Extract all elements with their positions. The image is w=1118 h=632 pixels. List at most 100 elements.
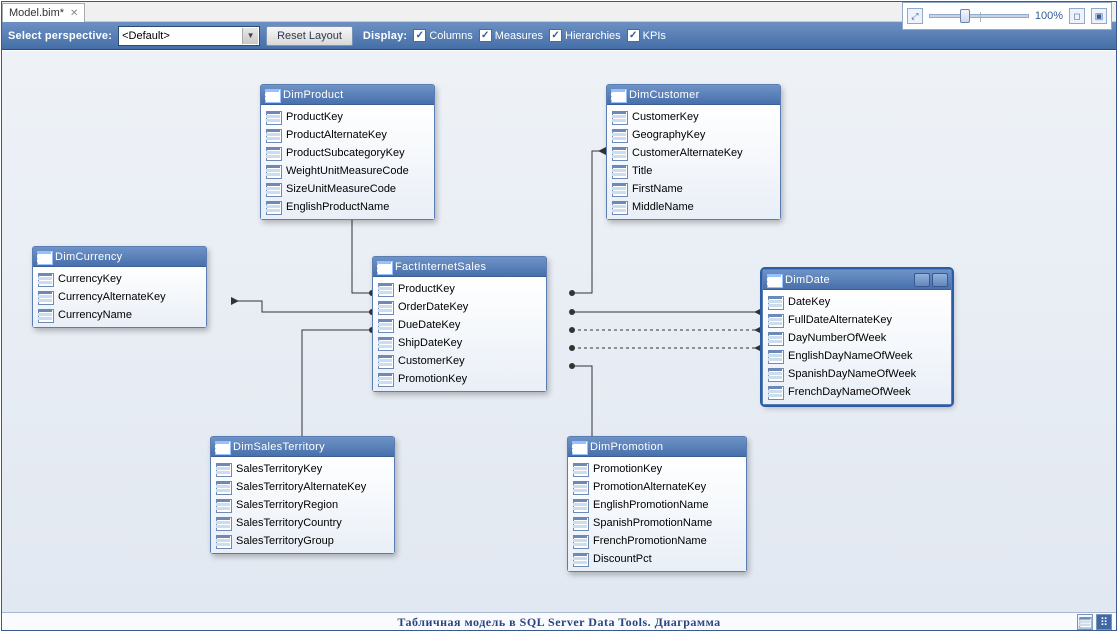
toolbar: Select perspective: <Default> ▼ Reset La… (2, 22, 1116, 50)
column-row[interactable]: FirstName (610, 180, 777, 198)
chevron-down-icon[interactable]: ▼ (242, 28, 258, 44)
measures-checkbox[interactable]: ✓ Measures (479, 29, 543, 42)
maximize-icon[interactable] (914, 273, 930, 287)
figure-caption: Табличная модель в SQL Server Data Tools… (0, 615, 1118, 630)
column-row[interactable]: CustomerAlternateKey (610, 144, 777, 162)
column-row[interactable]: WeightUnitMeasureCode (264, 162, 431, 180)
column-icon (266, 201, 280, 213)
zoom-fit-icon[interactable]: ⤢ (907, 8, 923, 24)
table-header[interactable]: FactInternetSales (373, 257, 546, 277)
table-body: DateKey FullDateAlternateKey DayNumberOf… (763, 290, 951, 404)
column-row[interactable]: Title (610, 162, 777, 180)
column-icon (768, 314, 782, 326)
table-header[interactable]: DimCurrency (33, 247, 206, 267)
column-row[interactable]: FrenchDayNameOfWeek (766, 383, 948, 401)
table-dimsalesterritory[interactable]: DimSalesTerritory SalesTerritoryKey Sale… (210, 436, 395, 554)
column-row[interactable]: FrenchPromotionName (571, 532, 743, 550)
column-row[interactable]: CustomerKey (376, 352, 543, 370)
table-icon (265, 89, 279, 101)
table-title: DimCurrency (55, 251, 122, 263)
column-icon (573, 553, 587, 565)
column-icon (573, 499, 587, 511)
column-row[interactable]: CurrencyName (36, 306, 203, 324)
checkbox-icon: ✓ (549, 29, 562, 42)
column-row[interactable]: SpanishDayNameOfWeek (766, 365, 948, 383)
column-icon (573, 481, 587, 493)
column-icon (378, 319, 392, 331)
column-row[interactable]: CustomerKey (610, 108, 777, 126)
column-row[interactable]: SizeUnitMeasureCode (264, 180, 431, 198)
column-row[interactable]: SpanishPromotionName (571, 514, 743, 532)
column-row[interactable]: FullDateAlternateKey (766, 311, 948, 329)
table-title: DimDate (785, 274, 830, 286)
column-row[interactable]: SalesTerritoryGroup (214, 532, 391, 550)
reset-layout-button[interactable]: Reset Layout (266, 26, 353, 46)
zoom-window-icon[interactable]: ◻ (1069, 8, 1085, 24)
column-row[interactable]: PromotionAlternateKey (571, 478, 743, 496)
table-dimproduct[interactable]: DimProduct ProductKey ProductAlternateKe… (260, 84, 435, 220)
column-row[interactable]: CurrencyKey (36, 270, 203, 288)
column-row[interactable]: OrderDateKey (376, 298, 543, 316)
columns-checkbox[interactable]: ✓ Columns (413, 29, 472, 42)
table-header[interactable]: DimDate (763, 270, 951, 290)
zoom-slider[interactable] (929, 14, 1029, 18)
column-row[interactable]: PromotionKey (376, 370, 543, 388)
display-label: Display: (363, 30, 407, 42)
column-row[interactable]: MiddleName (610, 198, 777, 216)
tab-model-bim[interactable]: Model.bim* ✕ (2, 3, 85, 22)
table-header[interactable]: DimProduct (261, 85, 434, 105)
table-title: DimProduct (283, 89, 343, 101)
column-icon (768, 332, 782, 344)
column-row[interactable]: SalesTerritoryKey (214, 460, 391, 478)
column-row[interactable]: GeographyKey (610, 126, 777, 144)
table-icon (611, 89, 625, 101)
column-icon (216, 499, 230, 511)
table-header[interactable]: DimSalesTerritory (211, 437, 394, 457)
table-body: ProductKey OrderDateKey DueDateKey ShipD… (373, 277, 546, 391)
zoom-handle[interactable] (960, 9, 970, 23)
table-dimcustomer[interactable]: DimCustomer CustomerKey GeographyKey Cus… (606, 84, 781, 220)
column-row[interactable]: ShipDateKey (376, 334, 543, 352)
table-dimcurrency[interactable]: DimCurrency CurrencyKey CurrencyAlternat… (32, 246, 207, 328)
column-icon (612, 201, 626, 213)
table-dimpromotion[interactable]: DimPromotion PromotionKey PromotionAlter… (567, 436, 747, 572)
column-icon (768, 386, 782, 398)
zoom-region-icon[interactable]: ▣ (1091, 8, 1107, 24)
column-row[interactable]: DayNumberOfWeek (766, 329, 948, 347)
table-icon (572, 441, 586, 453)
column-row[interactable]: ProductSubcategoryKey (264, 144, 431, 162)
column-row[interactable]: SalesTerritoryCountry (214, 514, 391, 532)
column-row[interactable]: CurrencyAlternateKey (36, 288, 203, 306)
checkbox-icon: ✓ (479, 29, 492, 42)
column-row[interactable]: DateKey (766, 293, 948, 311)
kpis-checkbox[interactable]: ✓ KPIs (627, 29, 666, 42)
table-header[interactable]: DimCustomer (607, 85, 780, 105)
diagram-canvas[interactable]: DimProduct ProductKey ProductAlternateKe… (2, 51, 1116, 612)
column-icon (573, 535, 587, 547)
table-factinternetsales[interactable]: FactInternetSales ProductKey OrderDateKe… (372, 256, 547, 392)
column-icon (216, 481, 230, 493)
zoom-value: 100% (1035, 10, 1063, 22)
table-dimdate[interactable]: DimDate DateKey FullDateAlternateKey Day… (762, 269, 952, 405)
column-row[interactable]: EnglishPromotionName (571, 496, 743, 514)
column-row[interactable]: DiscountPct (571, 550, 743, 568)
close-icon[interactable]: ✕ (70, 8, 78, 19)
column-row[interactable]: DueDateKey (376, 316, 543, 334)
table-body: PromotionKey PromotionAlternateKey Engli… (568, 457, 746, 571)
select-perspective-label: Select perspective: (8, 30, 112, 42)
perspective-select[interactable]: <Default> ▼ (118, 26, 260, 46)
column-row[interactable]: ProductKey (264, 108, 431, 126)
hierarchies-checkbox[interactable]: ✓ Hierarchies (549, 29, 621, 42)
column-row[interactable]: EnglishDayNameOfWeek (766, 347, 948, 365)
column-row[interactable]: SalesTerritoryAlternateKey (214, 478, 391, 496)
column-row[interactable]: PromotionKey (571, 460, 743, 478)
table-title: DimCustomer (629, 89, 700, 101)
table-header[interactable]: DimPromotion (568, 437, 746, 457)
column-icon (612, 183, 626, 195)
column-row[interactable]: SalesTerritoryRegion (214, 496, 391, 514)
column-row[interactable]: ProductAlternateKey (264, 126, 431, 144)
table-body: CustomerKey GeographyKey CustomerAlterna… (607, 105, 780, 219)
restore-icon[interactable] (932, 273, 948, 287)
column-row[interactable]: ProductKey (376, 280, 543, 298)
column-row[interactable]: EnglishProductName (264, 198, 431, 216)
